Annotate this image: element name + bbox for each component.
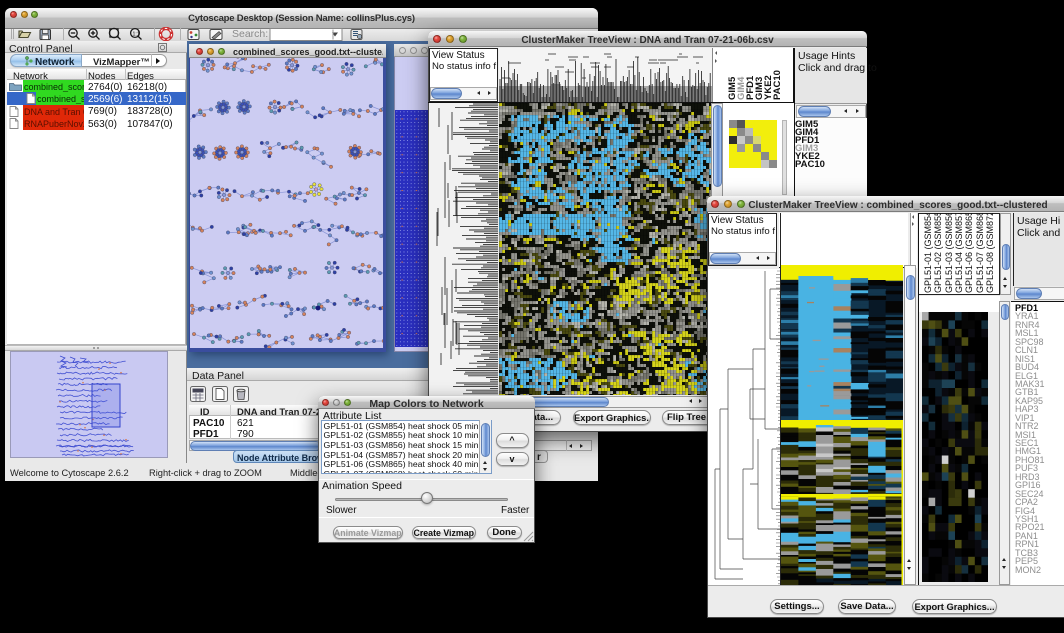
svg-text:1:1: 1:1: [133, 31, 140, 37]
svg-text:Search:: Search:: [232, 28, 268, 40]
